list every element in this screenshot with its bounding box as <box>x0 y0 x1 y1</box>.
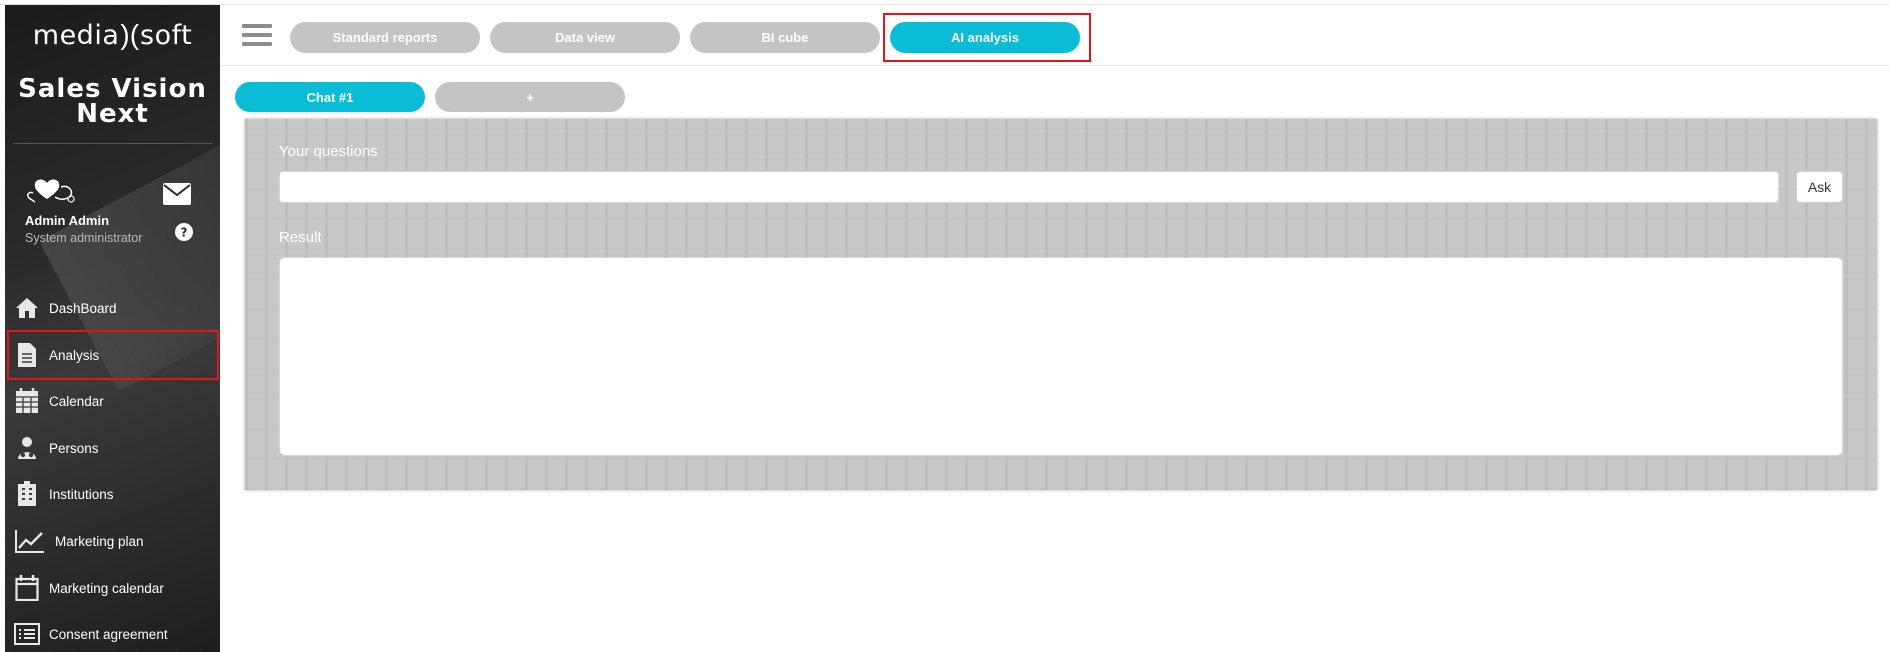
tab-data-view[interactable]: Data view <box>490 22 680 53</box>
sidebar-item-label: DashBoard <box>49 300 117 316</box>
building-icon <box>13 481 41 507</box>
sidebar-item-label: Marketing plan <box>55 533 144 549</box>
logo-x-mark-icon: )( <box>120 19 140 50</box>
sidebar-item-label: Institutions <box>49 486 114 502</box>
logo-text-right: soft <box>140 19 193 51</box>
sidebar-item-analysis[interactable]: Analysis <box>7 330 219 380</box>
person-icon <box>13 435 41 461</box>
chat-tab-1[interactable]: Chat #1 <box>235 82 425 112</box>
hamburger-menu-icon[interactable] <box>242 24 272 50</box>
calendar-grid-icon <box>13 388 41 414</box>
app-title: Sales Vision Next <box>5 76 220 129</box>
sidebar-item-label: Analysis <box>49 347 100 363</box>
header-divider <box>220 65 1889 66</box>
svg-text:?: ? <box>181 226 188 240</box>
logo-text-left: media <box>32 19 120 51</box>
questions-label: Your questions <box>279 143 378 160</box>
user-role: System administrator <box>25 231 143 245</box>
sidebar-item-dashboard[interactable]: DashBoard <box>13 288 213 328</box>
ai-chat-panel: Your questions Ask Result <box>245 119 1877 490</box>
mediasoft-logo: media )( soft <box>5 15 220 55</box>
tab-bi-cube[interactable]: BI cube <box>690 22 880 53</box>
sidebar-divider <box>13 143 213 144</box>
sidebar-item-institutions[interactable]: Institutions <box>13 474 213 514</box>
home-icon <box>13 295 41 321</box>
ask-button[interactable]: Ask <box>1796 171 1843 203</box>
mail-icon[interactable] <box>163 183 191 205</box>
add-chat-tab-button[interactable]: + <box>435 82 625 112</box>
sidebar: media )( soft Sales Vision Next ? Admin … <box>5 5 220 652</box>
result-area[interactable] <box>279 257 1843 456</box>
document-icon <box>13 342 41 368</box>
app-title-line2: Next <box>76 99 149 129</box>
result-label: Result <box>279 229 322 246</box>
help-icon[interactable]: ? <box>175 223 193 241</box>
tab-standard-reports[interactable]: Standard reports <box>290 22 480 53</box>
question-input[interactable] <box>279 171 1779 203</box>
sidebar-item-label: Consent agreement <box>49 626 168 642</box>
sidebar-item-persons[interactable]: Persons <box>13 428 213 468</box>
sidebar-item-marketing-plan[interactable]: Marketing plan <box>13 521 213 561</box>
calendar-icon <box>13 575 41 601</box>
sidebar-item-marketing-calendar[interactable]: Marketing calendar <box>13 568 213 608</box>
sidebar-item-label: Calendar <box>49 393 104 409</box>
ai-analysis-highlight <box>883 13 1091 62</box>
line-chart-icon <box>13 528 47 554</box>
sidebar-item-consent-agreement[interactable]: Consent agreement <box>13 614 213 652</box>
sidebar-item-calendar[interactable]: Calendar <box>13 381 213 421</box>
sidebar-item-label: Marketing calendar <box>49 580 164 596</box>
avatar-hearts-icon <box>27 179 75 203</box>
top-border <box>0 0 1889 5</box>
user-name: Admin Admin <box>25 213 110 228</box>
sidebar-item-label: Persons <box>49 440 99 456</box>
list-icon <box>13 621 41 647</box>
